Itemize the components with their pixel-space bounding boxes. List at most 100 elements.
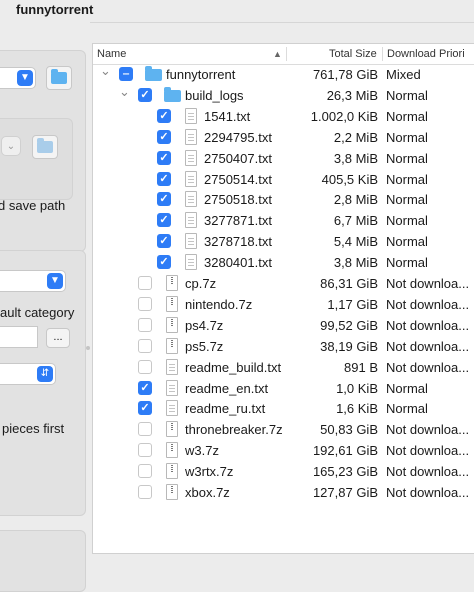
- incomplete-path-chevron[interactable]: ⌄: [1, 136, 21, 156]
- table-row[interactable]: xbox.7z 127,87 GiB Not downloa...: [93, 482, 474, 503]
- file-checkbox[interactable]: ✓: [157, 213, 171, 228]
- table-row[interactable]: cp.7z 86,31 GiB Not downloa...: [93, 273, 474, 294]
- download-priority[interactable]: Normal: [386, 130, 474, 145]
- browse-save-path-button[interactable]: [46, 66, 72, 90]
- category-field[interactable]: [0, 326, 38, 348]
- download-priority[interactable]: Not downloa...: [386, 464, 474, 479]
- chevron-down-icon: ▼: [17, 70, 33, 86]
- file-name: cp.7z: [185, 276, 217, 291]
- table-row[interactable]: ps4.7z 99,52 GiB Not downloa...: [93, 315, 474, 336]
- file-checkbox[interactable]: ✓: [157, 150, 171, 165]
- file-checkbox[interactable]: ✓: [157, 234, 171, 249]
- table-row[interactable]: ✓ readme_en.txt 1,0 KiB Normal: [93, 378, 474, 399]
- download-priority[interactable]: Normal: [386, 255, 474, 270]
- download-priority[interactable]: Not downloa...: [386, 485, 474, 500]
- file-checkbox[interactable]: [138, 338, 152, 353]
- table-row[interactable]: ⌄ ‒ funnytorrent 761,78 GiB Mixed: [93, 63, 474, 85]
- download-priority[interactable]: Normal: [386, 234, 474, 249]
- file-size: 3,8 MiB: [333, 150, 378, 166]
- table-row[interactable]: w3.7z 192,61 GiB Not downloa...: [93, 440, 474, 461]
- download-priority[interactable]: Not downloa...: [386, 297, 474, 312]
- table-row[interactable]: ✓ 2294795.txt 2,2 MiB Normal: [93, 127, 474, 148]
- file-checkbox[interactable]: ‒: [119, 67, 133, 81]
- column-divider[interactable]: [286, 47, 287, 61]
- file-checkbox[interactable]: ✓: [138, 401, 152, 416]
- save-path-combo[interactable]: ▼: [0, 67, 36, 89]
- download-priority[interactable]: Normal: [386, 151, 474, 166]
- text-file-icon: [166, 379, 178, 396]
- download-priority[interactable]: Not downloa...: [386, 422, 474, 437]
- file-name: readme_ru.txt: [185, 401, 266, 417]
- file-checkbox[interactable]: ✓: [157, 171, 171, 186]
- file-checkbox[interactable]: ✓: [138, 380, 152, 395]
- file-checkbox[interactable]: [138, 317, 152, 332]
- file-checkbox[interactable]: ✓: [157, 192, 171, 207]
- download-priority[interactable]: Not downloa...: [386, 360, 474, 375]
- download-priority[interactable]: Mixed: [386, 67, 474, 82]
- file-size: 38,19 GiB: [320, 338, 378, 354]
- table-row[interactable]: ✓ 2750407.txt 3,8 MiB Normal: [93, 148, 474, 169]
- table-row[interactable]: ✓ 3278718.txt 5,4 MiB Normal: [93, 231, 474, 252]
- column-header-size[interactable]: Total Size: [329, 48, 377, 60]
- browse-button[interactable]: ...: [46, 328, 70, 348]
- table-row[interactable]: thronebreaker.7z 50,83 GiB Not downloa...: [93, 419, 474, 440]
- file-checkbox[interactable]: ✓: [157, 255, 171, 270]
- disclosure-chevron-icon[interactable]: ⌄: [100, 63, 111, 79]
- file-name: 2750407.txt: [204, 150, 272, 166]
- table-row[interactable]: ✓ 3280401.txt 3,8 MiB Normal: [93, 252, 474, 273]
- download-priority[interactable]: Normal: [386, 213, 474, 228]
- download-priority[interactable]: Not downloa...: [386, 339, 474, 354]
- file-checkbox[interactable]: [138, 485, 152, 499]
- table-row[interactable]: nintendo.7z 1,17 GiB Not downloa...: [93, 294, 474, 315]
- file-checkbox[interactable]: ✓: [138, 87, 152, 102]
- file-name: thronebreaker.7z: [185, 422, 283, 438]
- file-name: w3rtx.7z: [185, 464, 234, 480]
- table-row[interactable]: ✓ 2750518.txt 2,8 MiB Normal: [93, 189, 474, 210]
- column-divider[interactable]: [382, 47, 383, 61]
- file-size: 5,4 MiB: [333, 234, 378, 250]
- file-checkbox[interactable]: ✓: [157, 108, 171, 123]
- browse-incomplete-path-button[interactable]: [32, 135, 58, 159]
- download-priority[interactable]: Not downloa...: [386, 318, 474, 333]
- download-priority[interactable]: Normal: [386, 381, 474, 396]
- layout-combo[interactable]: ⇵: [0, 363, 56, 385]
- file-checkbox[interactable]: [138, 422, 152, 437]
- download-priority[interactable]: Normal: [386, 88, 474, 103]
- file-size: 405,5 KiB: [321, 171, 378, 187]
- archive-file-icon: [166, 295, 178, 312]
- column-header-name[interactable]: Name: [97, 48, 126, 60]
- file-size: 26,3 MiB: [326, 87, 378, 103]
- download-priority[interactable]: Normal: [386, 192, 474, 207]
- file-size: 192,61 GiB: [312, 443, 378, 459]
- file-size: 1.002,0 KiB: [310, 108, 378, 124]
- download-priority[interactable]: Normal: [386, 172, 474, 187]
- archive-file-icon: [166, 442, 178, 459]
- file-checkbox[interactable]: [138, 359, 152, 374]
- file-size: 6,7 MiB: [333, 213, 378, 229]
- file-checkbox[interactable]: [138, 276, 152, 290]
- disclosure-chevron-icon[interactable]: ⌄: [119, 84, 130, 100]
- table-row[interactable]: w3rtx.7z 165,23 GiB Not downloa...: [93, 461, 474, 482]
- file-checkbox[interactable]: [138, 443, 152, 458]
- table-row[interactable]: ⌄ ✓ build_logs 26,3 MiB Normal: [93, 84, 474, 106]
- table-row[interactable]: ✓ 1541.txt 1.002,0 KiB Normal: [93, 106, 474, 127]
- file-checkbox[interactable]: [138, 296, 152, 311]
- splitter-handle[interactable]: [86, 346, 90, 350]
- table-row[interactable]: ✓ 2750514.txt 405,5 KiB Normal: [93, 169, 474, 190]
- download-priority[interactable]: Not downloa...: [386, 443, 474, 458]
- text-file-icon: [166, 400, 178, 417]
- table-row[interactable]: ✓ 3277871.txt 6,7 MiB Normal: [93, 210, 474, 231]
- file-checkbox[interactable]: ✓: [157, 129, 171, 144]
- table-row[interactable]: ✓ readme_ru.txt 1,6 KiB Normal: [93, 398, 474, 419]
- default-category-label: ault category: [0, 305, 75, 320]
- category-combo[interactable]: ▼: [0, 270, 66, 292]
- table-row[interactable]: ps5.7z 38,19 GiB Not downloa...: [93, 336, 474, 357]
- file-tree[interactable]: Name ▲ Total Size Download Priori ⌄ ‒ funn…: [92, 43, 474, 554]
- download-priority[interactable]: Normal: [386, 109, 474, 124]
- table-row[interactable]: readme_build.txt 891 B Not downloa...: [93, 357, 474, 378]
- column-header-priority[interactable]: Download Priori: [387, 48, 465, 60]
- file-checkbox[interactable]: [138, 464, 152, 479]
- download-priority[interactable]: Not downloa...: [386, 276, 474, 291]
- download-priority[interactable]: Normal: [386, 401, 474, 416]
- file-name: funnytorrent: [166, 67, 236, 82]
